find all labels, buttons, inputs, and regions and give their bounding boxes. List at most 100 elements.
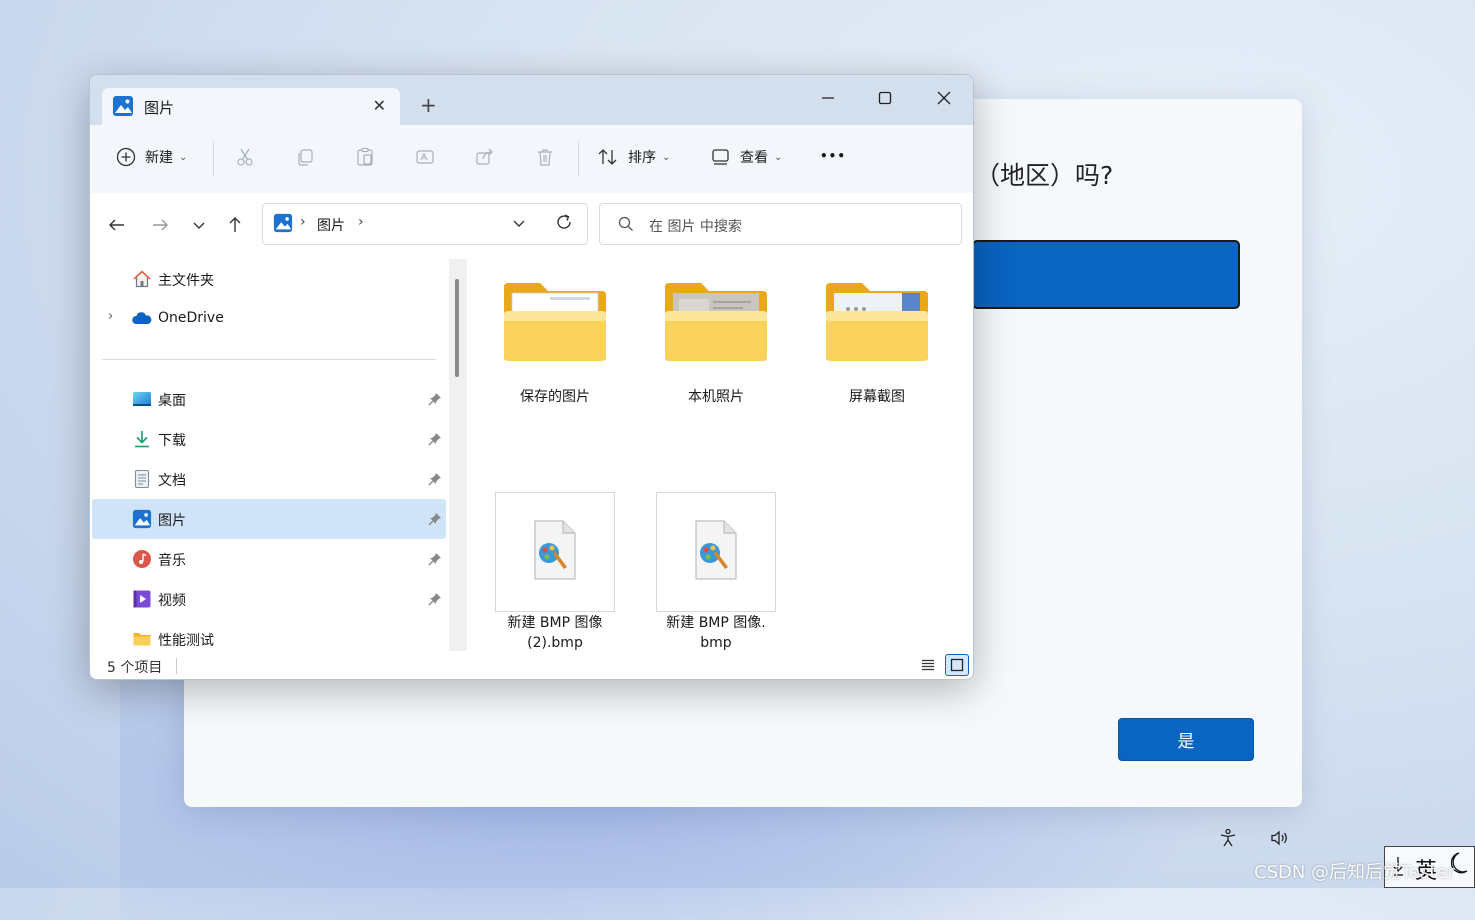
sidebar-item-label: 性能测试	[158, 633, 214, 649]
details-view-icon	[922, 659, 934, 671]
file-thumbnail	[495, 492, 615, 612]
sidebar-item-pictures[interactable]: 图片	[92, 499, 446, 539]
sidebar-item-label: 桌面	[158, 393, 186, 409]
sidebar-item-videos[interactable]: 视频	[92, 579, 446, 619]
delete-icon[interactable]	[533, 145, 557, 169]
video-icon	[132, 589, 152, 609]
home-icon	[132, 269, 152, 289]
file-label-line2: bmp	[700, 635, 732, 651]
pictures-icon	[273, 213, 293, 237]
sidebar-item-onedrive[interactable]: › OneDrive	[92, 299, 446, 339]
folder-icon	[132, 629, 152, 649]
breadcrumb-chevron-icon: ›	[300, 214, 306, 230]
oobe-question-text: （地区）吗?	[975, 161, 1114, 190]
recent-locations-chevron-icon[interactable]	[187, 213, 211, 237]
navigation-pane: 主文件夹 › OneDrive 桌面 下载 文档 图片 音乐 视频 性能测试	[90, 255, 455, 651]
sidebar-item-downloads[interactable]: 下载	[92, 419, 446, 459]
view-icon	[712, 149, 729, 165]
breadcrumb-pictures[interactable]: 图片	[317, 215, 345, 235]
address-dropdown-icon[interactable]	[512, 215, 526, 234]
breadcrumb-chevron-icon[interactable]: ›	[358, 214, 364, 230]
folder-thumbnail-icon	[826, 283, 928, 361]
more-options-button[interactable]: •••	[820, 149, 846, 163]
sidebar-item-label: 文档	[158, 473, 186, 489]
rename-icon[interactable]	[413, 145, 437, 169]
toolbar-divider	[578, 141, 579, 177]
watermark-text: CSDN @后知后觉Tester	[1254, 862, 1455, 883]
up-arrow-icon[interactable]	[223, 213, 247, 237]
file-bmp[interactable]: 新建 BMP 图像. bmp	[650, 492, 782, 652]
pin-icon[interactable]	[428, 551, 442, 566]
pin-icon[interactable]	[428, 591, 442, 606]
sidebar-scrollbar-thumb[interactable]	[455, 279, 459, 377]
file-label-line2: (2).bmp	[527, 635, 583, 651]
music-icon	[132, 549, 152, 569]
new-button[interactable]: 新建 ⌄	[116, 147, 187, 167]
forward-arrow-icon[interactable]	[148, 213, 172, 237]
sidebar-item-desktop[interactable]: 桌面	[92, 379, 446, 419]
sidebar-item-label: 图片	[158, 513, 186, 529]
address-bar[interactable]: › 图片 ›	[262, 203, 588, 245]
large-icons-view-icon	[950, 658, 964, 672]
cut-icon[interactable]	[233, 145, 257, 169]
pictures-icon	[132, 509, 152, 529]
pin-icon[interactable]	[428, 471, 442, 486]
folder-thumbnail-icon	[665, 283, 767, 361]
accessibility-icon[interactable]	[1216, 826, 1240, 850]
tab-title: 图片	[144, 99, 175, 117]
oobe-selected-option[interactable]	[972, 240, 1240, 309]
sidebar-item-label: 视频	[158, 593, 186, 609]
download-icon	[132, 429, 152, 449]
file-bmp-2[interactable]: 新建 BMP 图像 (2).bmp	[489, 492, 621, 652]
file-explorer-window: 图片 ✕ + 新建 ⌄ 排序 ⌄ 查看 ⌄ ••• › 图片 › 在 图片 中搜…	[89, 74, 974, 680]
sidebar-item-label: OneDrive	[158, 310, 224, 326]
file-thumbnail	[656, 492, 776, 612]
sidebar-item-documents[interactable]: 文档	[92, 459, 446, 499]
pin-icon[interactable]	[428, 511, 442, 526]
details-view-button[interactable]	[916, 654, 940, 676]
file-label: 保存的图片	[520, 389, 590, 405]
search-placeholder: 在 图片 中搜索	[649, 219, 742, 235]
file-label-line1: 新建 BMP 图像	[507, 615, 603, 631]
sidebar-item-label: 下载	[158, 433, 186, 449]
chevron-down-icon: ⌄	[179, 151, 188, 163]
folder-camera-roll[interactable]: 本机照片	[650, 275, 782, 415]
volume-icon[interactable]	[1267, 826, 1291, 850]
new-label: 新建	[145, 150, 173, 166]
command-bar: 新建 ⌄ 排序 ⌄ 查看 ⌄ •••	[90, 125, 973, 194]
maximize-button[interactable]	[862, 83, 908, 113]
view-label: 查看	[740, 150, 768, 166]
oobe-yes-button[interactable]: 是	[1118, 718, 1254, 761]
bmp-file-icon	[534, 520, 576, 580]
refresh-icon[interactable]	[555, 213, 573, 235]
document-icon	[132, 469, 152, 489]
view-button[interactable]: 查看 ⌄	[711, 147, 782, 167]
search-box[interactable]: 在 图片 中搜索	[599, 203, 962, 245]
chevron-down-icon: ⌄	[662, 151, 671, 163]
sidebar-item-label: 音乐	[158, 553, 186, 569]
pin-icon[interactable]	[428, 431, 442, 446]
copy-icon[interactable]	[293, 145, 317, 169]
large-icons-view-button[interactable]	[945, 654, 969, 676]
tab-pictures[interactable]: 图片 ✕	[102, 88, 400, 125]
sidebar-item-home[interactable]: 主文件夹	[92, 259, 446, 299]
tab-close-icon[interactable]: ✕	[373, 96, 386, 115]
folder-screenshots[interactable]: 屏幕截图	[811, 275, 943, 415]
pictures-icon	[112, 95, 134, 121]
sidebar-item-perftest[interactable]: 性能测试	[92, 619, 446, 651]
back-arrow-icon[interactable]	[105, 213, 129, 237]
file-label-line1: 新建 BMP 图像.	[666, 615, 766, 631]
share-icon[interactable]	[473, 145, 497, 169]
pin-icon[interactable]	[428, 391, 442, 406]
minimize-button[interactable]	[805, 83, 851, 113]
close-button[interactable]	[921, 83, 967, 113]
item-count: 5 个项目	[107, 660, 163, 676]
sort-button[interactable]: 排序 ⌄	[597, 147, 670, 167]
new-tab-button[interactable]: +	[420, 93, 437, 117]
expand-chevron-icon[interactable]: ›	[108, 309, 113, 324]
sidebar-item-music[interactable]: 音乐	[92, 539, 446, 579]
folder-saved-pictures[interactable]: 保存的图片	[489, 275, 621, 415]
paste-icon[interactable]	[353, 145, 377, 169]
status-bar: 5 个项目	[90, 651, 973, 679]
file-list: 保存的图片 本机照片 屏幕截图 新建 BMP 图像 (2).bmp 新建 BMP…	[468, 255, 973, 652]
